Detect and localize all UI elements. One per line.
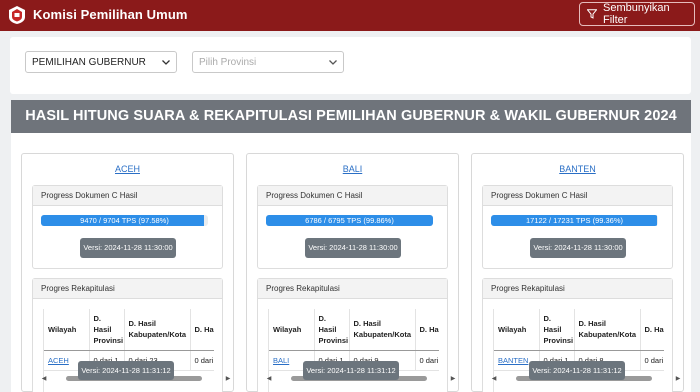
- doc-version-badge: Versi: 2024-11-28 11:30:00: [530, 238, 626, 258]
- progress-bar: 17122 / 17231 TPS (99.36%): [491, 215, 658, 226]
- column-header: Wilayah: [44, 309, 90, 351]
- doc-progress-card: Progress Dokumen C Hasil 9470 / 9704 TPS…: [32, 185, 223, 269]
- hide-filter-label: Sembunyikan Filter: [603, 2, 670, 26]
- doc-progress-title: Progress Dokumen C Hasil: [258, 186, 447, 206]
- column-header: Wilayah: [494, 309, 540, 351]
- doc-version-badge: Versi: 2024-11-28 11:30:00: [305, 238, 401, 258]
- province-card-aceh: ACEH Progress Dokumen C Hasil 9470 / 970…: [21, 153, 234, 392]
- column-header: D. Hasil Provinsi: [89, 309, 125, 351]
- progress-text: 6786 / 6795 TPS (99.86%): [305, 216, 394, 225]
- chevron-down-icon: [162, 60, 170, 65]
- scroll-left-arrow-icon[interactable]: ◀: [491, 375, 497, 383]
- table-header-row: Wilayah D. Hasil Provinsi D. Hasil Kabup…: [269, 309, 439, 351]
- province-link[interactable]: ACEH: [22, 164, 233, 174]
- province-link[interactable]: BANTEN: [472, 164, 683, 174]
- funnel-icon: [587, 9, 597, 19]
- chevron-down-icon: [329, 60, 337, 65]
- column-header: D. Hasil Kecamatan: [415, 309, 439, 351]
- progress-text: 17122 / 17231 TPS (99.36%): [525, 216, 623, 225]
- rekap-progress-title: Progres Rekapitulasi: [258, 279, 447, 299]
- column-header: Wilayah: [269, 309, 315, 351]
- kpu-logo-icon[interactable]: [8, 5, 26, 25]
- top-navbar: Komisi Pemilihan Umum Sembunyikan Filter: [0, 0, 700, 31]
- province-card-bali: BALI Progress Dokumen C Hasil 6786 / 679…: [246, 153, 459, 392]
- column-header: D. Hasil Kecamatan: [190, 309, 214, 351]
- column-header: D. Hasil Provinsi: [314, 309, 350, 351]
- election-type-select[interactable]: PEMILIHAN GUBERNUR: [25, 51, 177, 73]
- doc-progress-title: Progress Dokumen C Hasil: [483, 186, 672, 206]
- doc-progress-card: Progress Dokumen C Hasil 6786 / 6795 TPS…: [257, 185, 448, 269]
- province-select[interactable]: Pilih Provinsi: [192, 51, 344, 73]
- doc-version-badge: Versi: 2024-11-28 11:30:00: [80, 238, 176, 258]
- brand-title[interactable]: Komisi Pemilihan Umum: [33, 7, 188, 22]
- table-header-row: Wilayah D. Hasil Provinsi D. Hasil Kabup…: [494, 309, 664, 351]
- scroll-right-arrow-icon[interactable]: ▶: [675, 375, 681, 383]
- province-link[interactable]: BALI: [247, 164, 458, 174]
- table-cell: 0 dari: [190, 350, 214, 371]
- province-card-banten: BANTEN Progress Dokumen C Hasil 17122 / …: [471, 153, 684, 392]
- doc-progress-card: Progress Dokumen C Hasil 17122 / 17231 T…: [482, 185, 673, 269]
- column-header: D. Hasil Provinsi: [539, 309, 575, 351]
- rekap-version-badge: Versi: 2024-11-28 11:31:12: [78, 361, 174, 380]
- rekap-progress-title: Progres Rekapitulasi: [483, 279, 672, 299]
- column-header: D. Hasil Kabupaten/Kota: [349, 309, 416, 351]
- table-cell: 0 dari: [640, 350, 664, 371]
- scroll-left-arrow-icon[interactable]: ◀: [41, 375, 47, 383]
- election-type-value: PEMILIHAN GUBERNUR: [32, 56, 146, 68]
- progress-bar: 9470 / 9704 TPS (97.58%): [41, 215, 208, 226]
- rekap-version-badge: Versi: 2024-11-28 11:31:12: [303, 361, 399, 380]
- table-header-row: Wilayah D. Hasil Provinsi D. Hasil Kabup…: [44, 309, 214, 351]
- filter-panel: PEMILIHAN GUBERNUR Pilih Provinsi: [10, 37, 691, 94]
- progress-bar: 6786 / 6795 TPS (99.86%): [266, 215, 433, 226]
- page-title: HASIL HITUNG SUARA & REKAPITULASI PEMILI…: [11, 100, 691, 133]
- column-header: D. Hasil Kabupaten/Kota: [574, 309, 641, 351]
- column-header: D. Hasil Kecamatan: [640, 309, 664, 351]
- scroll-left-arrow-icon[interactable]: ◀: [266, 375, 272, 383]
- province-placeholder: Pilih Provinsi: [199, 56, 257, 68]
- progress-text: 9470 / 9704 TPS (97.58%): [80, 216, 169, 225]
- doc-progress-title: Progress Dokumen C Hasil: [33, 186, 222, 206]
- rekap-progress-title: Progres Rekapitulasi: [33, 279, 222, 299]
- scroll-right-arrow-icon[interactable]: ▶: [450, 375, 456, 383]
- column-header: D. Hasil Kabupaten/Kota: [124, 309, 191, 351]
- scroll-right-arrow-icon[interactable]: ▶: [225, 375, 231, 383]
- rekap-version-badge: Versi: 2024-11-28 11:31:12: [529, 361, 625, 380]
- table-cell: 0 dari: [415, 350, 439, 371]
- hide-filter-button[interactable]: Sembunyikan Filter: [579, 2, 695, 26]
